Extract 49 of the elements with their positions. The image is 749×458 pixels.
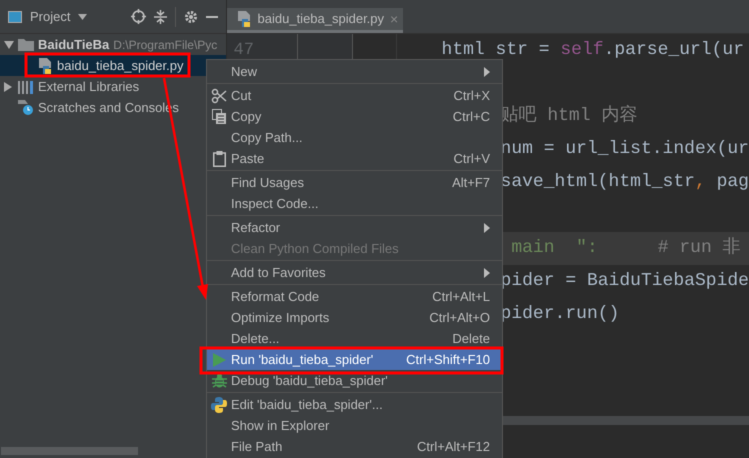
scrollbar[interactable] xyxy=(1,447,138,455)
libraries-icon xyxy=(18,80,34,94)
panel-title[interactable]: Project xyxy=(30,6,70,26)
scissors-icon xyxy=(211,88,227,104)
code-line: save_html(html_str, pag xyxy=(500,171,749,194)
folder-path: D:\ProgramFile\Pyc xyxy=(113,36,218,54)
locate-icon[interactable] xyxy=(130,9,146,24)
dropdown-icon[interactable] xyxy=(78,14,88,20)
menu-item[interactable]: Refactor xyxy=(207,217,502,238)
menu-item[interactable]: Inspect Code... xyxy=(207,193,502,214)
copy-icon xyxy=(212,109,226,124)
folder-icon xyxy=(18,38,34,51)
menu-item[interactable]: Add to Favorites xyxy=(207,262,502,283)
item-label: External Libraries xyxy=(38,80,140,93)
expanded-arrow-icon[interactable] xyxy=(4,40,14,48)
submenu-arrow-icon xyxy=(484,222,490,232)
menu-item[interactable]: Cut Ctrl+X xyxy=(207,85,502,106)
python-file-icon xyxy=(236,11,252,27)
tree-item[interactable]: BaiduTieBa D:\ProgramFile\Pyc xyxy=(0,34,226,55)
menu-item[interactable]: Copy Ctrl+C xyxy=(207,106,502,127)
menu-item[interactable]: Paste Ctrl+V xyxy=(207,148,502,169)
python-icon xyxy=(211,396,227,412)
menu-item[interactable]: File Path Ctrl+Alt+F12 xyxy=(207,436,502,457)
code-line: html str = self.parse_url(ur xyxy=(442,39,744,62)
collapsed-arrow-icon[interactable] xyxy=(4,82,14,92)
menu-item[interactable]: Edit 'baidu_tieba_spider'... xyxy=(207,394,502,415)
menu-item[interactable]: Delete... Delete xyxy=(207,328,502,349)
menu-item[interactable]: Find Usages Alt+F7 xyxy=(207,172,502,193)
project-icon xyxy=(8,10,22,22)
folder-name: BaiduTieBa xyxy=(38,38,110,51)
collapse-icon[interactable] xyxy=(154,10,167,24)
menu-item[interactable]: Reformat Code Ctrl+Alt+L xyxy=(207,286,502,307)
submenu-arrow-icon xyxy=(484,268,490,278)
menu-item[interactable]: Run 'baidu_tieba_spider' Ctrl+Shift+F10 xyxy=(207,349,502,370)
minimize-icon[interactable] xyxy=(206,16,218,18)
editor-tab[interactable]: baidu_tieba_spider.py × xyxy=(226,8,403,33)
item-label: baidu_tieba_spider.py xyxy=(57,59,184,72)
python-file-icon xyxy=(38,58,53,74)
menu-item[interactable]: Optimize Imports Ctrl+Alt+O xyxy=(207,307,502,328)
clipboard-icon xyxy=(212,150,226,166)
bug-icon xyxy=(212,373,226,388)
settings-icon[interactable] xyxy=(184,10,198,24)
code-line: pider.run() xyxy=(500,303,620,326)
menu-item[interactable]: Debug 'baidu_tieba_spider' xyxy=(207,370,502,391)
menu-item[interactable]: Show in Explorer xyxy=(207,415,502,436)
submenu-arrow-icon xyxy=(484,66,490,76)
code-line: main ": # run 非 xyxy=(510,236,741,260)
menu-item[interactable]: Copy Path... xyxy=(207,127,502,148)
scratches-icon xyxy=(18,100,34,116)
